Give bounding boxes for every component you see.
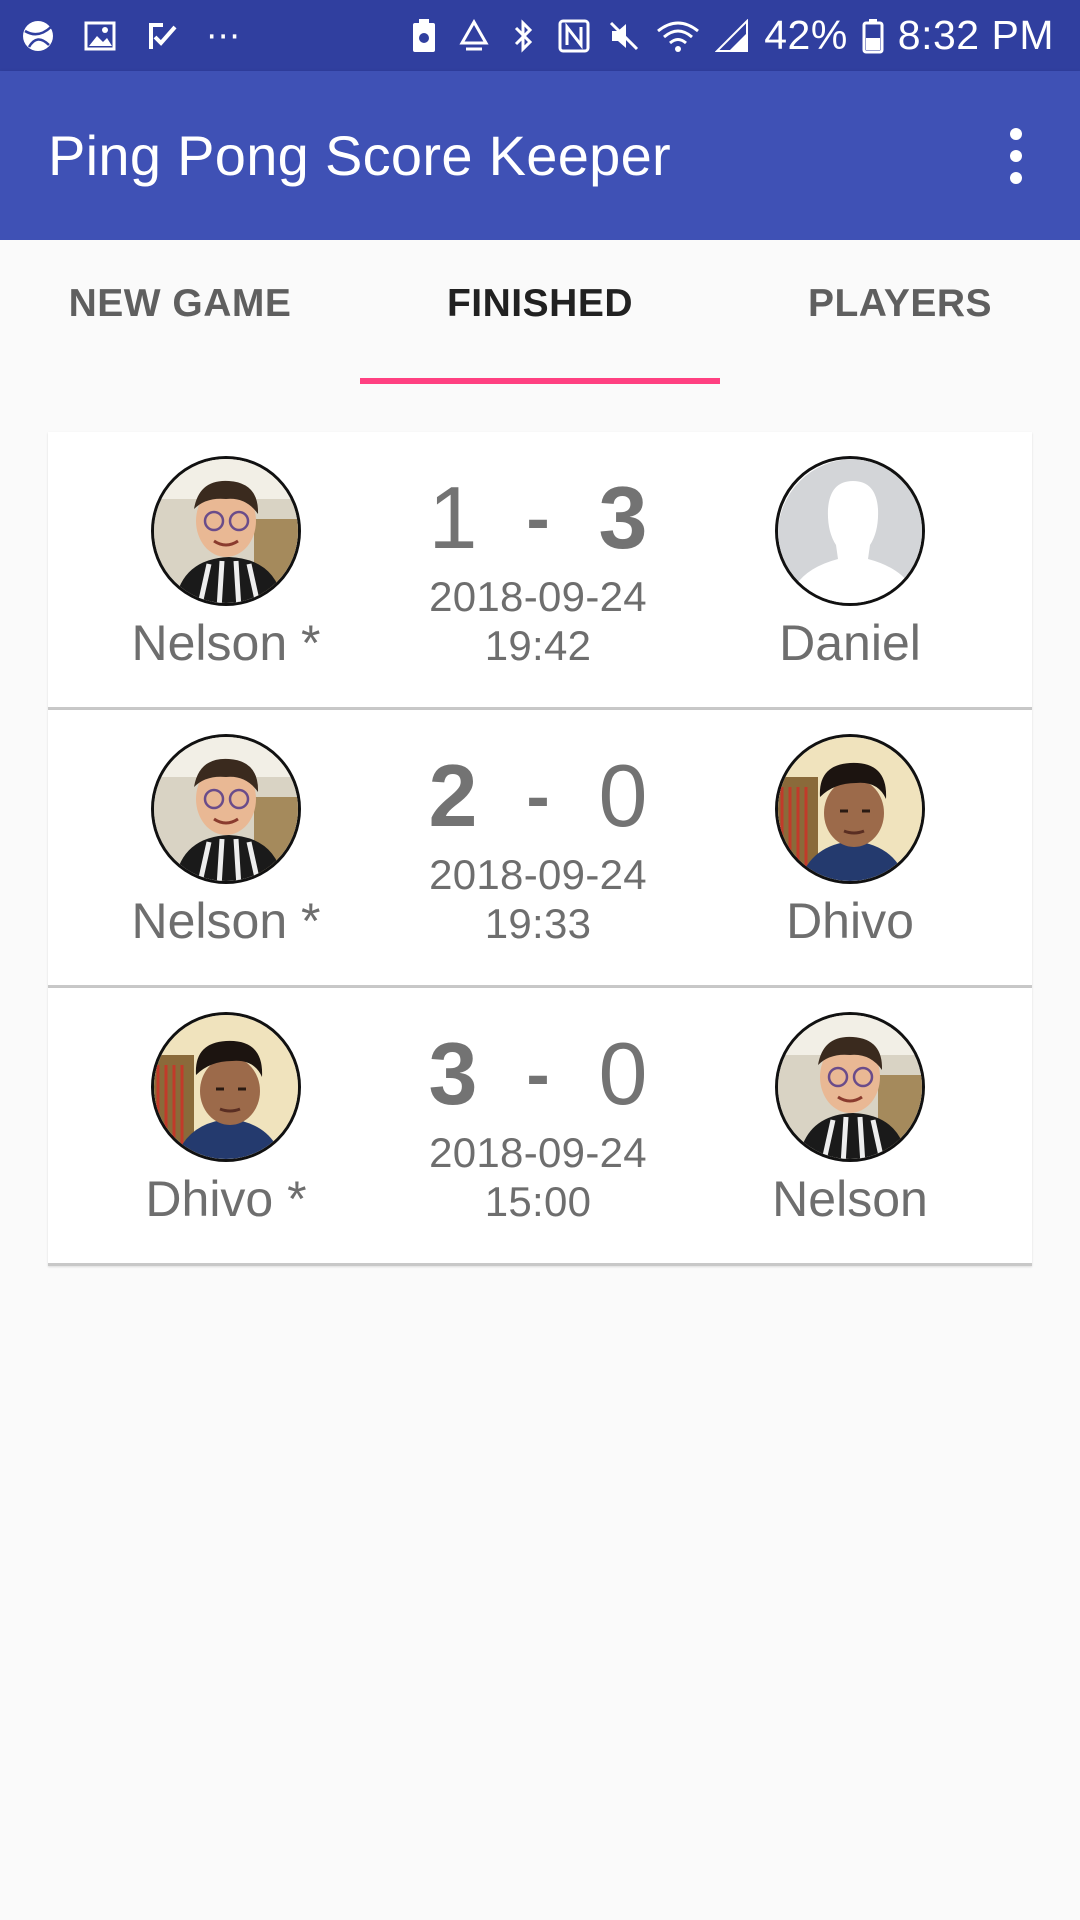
- task-check-icon: [144, 18, 180, 54]
- battery-icon: [862, 18, 884, 54]
- right-player: Daniel: [720, 456, 980, 672]
- nelson-photo-icon: [154, 459, 298, 603]
- nelson-photo-icon: [778, 1015, 922, 1159]
- default-person-icon: [778, 459, 922, 603]
- left-player: Nelson *: [96, 734, 356, 950]
- status-bar-system: 42% 8:32 PM: [392, 12, 1054, 59]
- right-player: Dhivo: [720, 734, 980, 950]
- score-separator: -: [526, 479, 550, 557]
- app-bar: Ping Pong Score Keeper: [0, 71, 1080, 240]
- tab-label: NEW GAME: [68, 282, 292, 325]
- nelson-avatar: [151, 456, 301, 606]
- player-name: Nelson *: [131, 615, 321, 671]
- score-area: 3 - 0 2018-09-24 15:00: [396, 1024, 680, 1226]
- recycle-icon: [456, 18, 492, 54]
- battery-percent: 42%: [764, 12, 848, 58]
- nelson-avatar: [151, 734, 301, 884]
- left-player: Nelson *: [96, 456, 356, 672]
- match-card[interactable]: Dhivo * 3 - 0 2018-09-24 15:00 Nelson: [48, 988, 1032, 1266]
- default-avatar: [775, 456, 925, 606]
- player-name: Dhivo *: [145, 1171, 307, 1227]
- score-area: 2 - 0 2018-09-24 19:33: [396, 746, 680, 948]
- match-time: 15:00: [484, 1178, 592, 1225]
- match-date: 2018-09-24: [429, 851, 647, 898]
- nfc-icon: [556, 18, 592, 54]
- match-time: 19:33: [484, 900, 592, 947]
- dhivo-avatar: [151, 1012, 301, 1162]
- more-notifications-icon: ⋯: [206, 16, 244, 55]
- nelson-photo-icon: [154, 737, 298, 881]
- left-player: Dhivo *: [96, 1012, 356, 1228]
- sports-ball-icon: [20, 18, 56, 54]
- more-vert-icon[interactable]: [986, 116, 1046, 196]
- status-bar: ⋯ 42% 8:32 PM: [0, 0, 1080, 71]
- mute-icon: [606, 18, 642, 54]
- match-time: 19:42: [484, 622, 592, 669]
- left-score: 3: [428, 1024, 478, 1123]
- tab-players[interactable]: PLAYERS: [720, 240, 1080, 384]
- dhivo-photo-icon: [154, 1015, 298, 1159]
- score-line: 3 - 0: [396, 1024, 680, 1124]
- right-player: Nelson: [720, 1012, 980, 1228]
- finished-match-list: Nelson * 1 - 3 2018-09-24 19:42 Daniel N…: [48, 432, 1032, 1266]
- score-separator: -: [526, 1035, 550, 1113]
- right-score: 0: [598, 1024, 648, 1123]
- score-line: 2 - 0: [396, 746, 680, 846]
- score-separator: -: [526, 757, 550, 835]
- dhivo-avatar: [775, 734, 925, 884]
- status-time: 8:32 PM: [897, 12, 1054, 58]
- left-score: 2: [428, 746, 478, 845]
- battery-saver-icon: [406, 18, 442, 54]
- nelson-avatar: [775, 1012, 925, 1162]
- player-name: Nelson: [772, 1171, 928, 1227]
- player-name: Dhivo: [786, 893, 914, 949]
- match-card[interactable]: Nelson * 2 - 0 2018-09-24 19:33 Dhivo: [48, 710, 1032, 988]
- score-line: 1 - 3: [396, 468, 680, 568]
- dhivo-photo-icon: [778, 737, 922, 881]
- tab-indicator: [360, 378, 720, 384]
- player-name: Nelson *: [131, 893, 321, 949]
- cell-signal-icon: [714, 18, 750, 54]
- image-icon: [82, 18, 118, 54]
- tab-label: PLAYERS: [807, 282, 993, 325]
- status-bar-notifications: ⋯: [20, 18, 270, 54]
- right-score: 0: [598, 746, 648, 845]
- tab-bar: NEW GAME FINISHED PLAYERS: [0, 240, 1080, 384]
- left-score: 1: [428, 468, 478, 567]
- player-name: Daniel: [779, 615, 921, 671]
- right-score: 3: [598, 468, 648, 567]
- tab-label: FINISHED: [446, 282, 633, 325]
- wifi-icon: [656, 18, 700, 54]
- bluetooth-icon: [506, 18, 542, 54]
- score-area: 1 - 3 2018-09-24 19:42: [396, 468, 680, 670]
- tab-new-game[interactable]: NEW GAME: [0, 240, 360, 384]
- app-title: Ping Pong Score Keeper: [48, 124, 672, 187]
- match-date: 2018-09-24: [429, 573, 647, 620]
- match-card[interactable]: Nelson * 1 - 3 2018-09-24 19:42 Daniel: [48, 432, 1032, 710]
- match-date: 2018-09-24: [429, 1129, 647, 1176]
- tab-finished[interactable]: FINISHED: [360, 240, 720, 384]
